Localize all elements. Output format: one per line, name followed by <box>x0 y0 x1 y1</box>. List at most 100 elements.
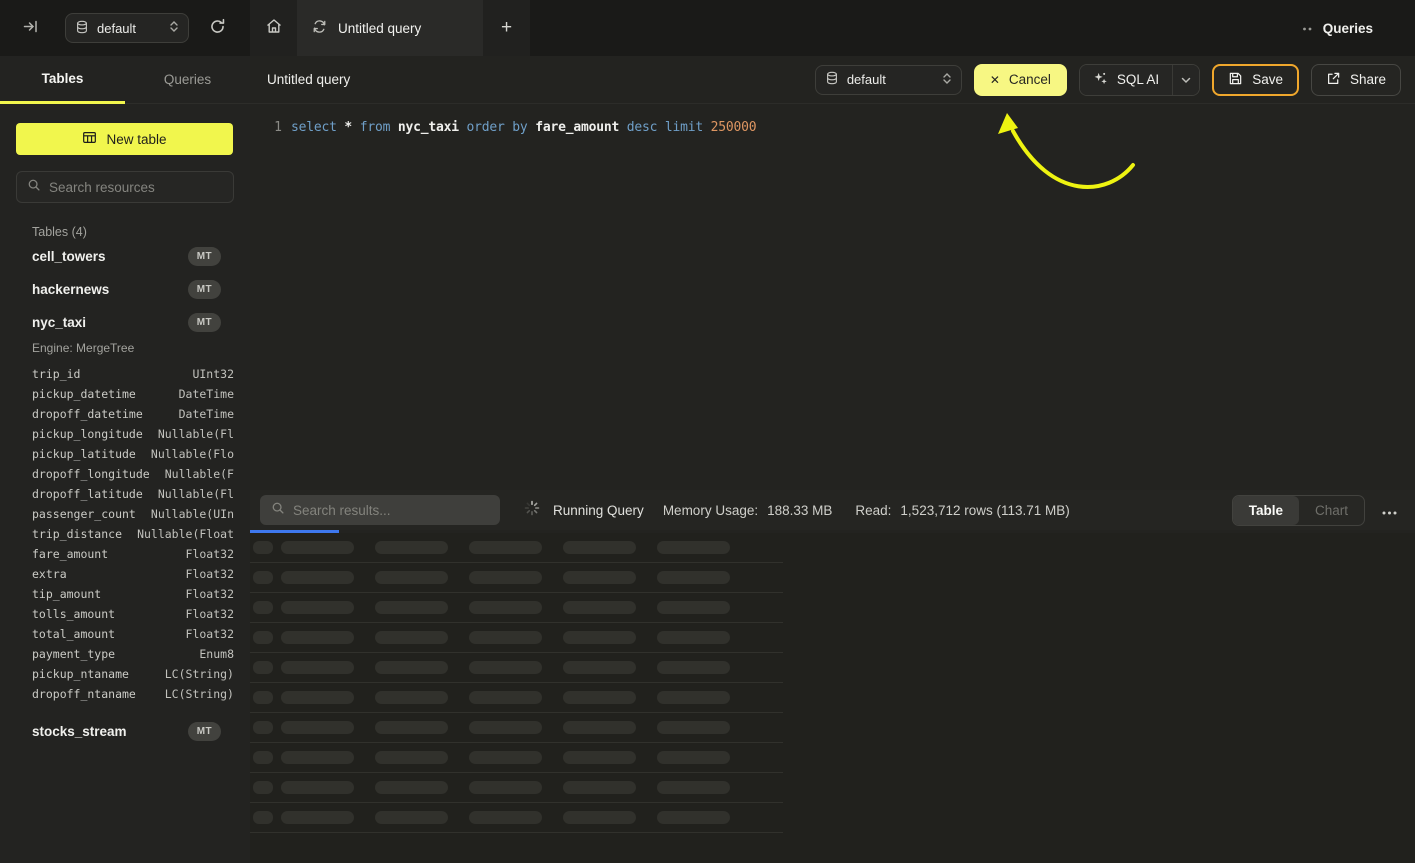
table-list-item[interactable]: stocks_stream MT <box>16 715 234 748</box>
view-toggle-label: Table <box>1249 503 1283 518</box>
sparkles-icon <box>1093 71 1108 89</box>
table-name: cell_towers <box>32 249 106 264</box>
column-row: pickup_latitudeNullable(Flo <box>16 444 234 464</box>
search-resources-input[interactable] <box>49 180 223 195</box>
skeleton-row <box>250 563 783 593</box>
column-type: LC(String) <box>165 664 234 684</box>
sql-ai-button[interactable]: SQL AI <box>1080 65 1172 95</box>
share-button[interactable]: Share <box>1311 64 1401 96</box>
skeleton-cell <box>253 781 273 794</box>
tab-home[interactable] <box>250 0 297 56</box>
column-row: extraFloat32 <box>16 564 234 584</box>
column-row: tolls_amountFloat32 <box>16 604 234 624</box>
column-row: dropoff_longitudeNullable(F <box>16 464 234 484</box>
search-results-input[interactable] <box>293 503 489 518</box>
engine-badge: MT <box>188 722 221 741</box>
search-icon <box>27 178 41 197</box>
sql-ai-dropdown-button[interactable] <box>1172 65 1199 95</box>
column-row: pickup_longitudeNullable(Fl <box>16 424 234 444</box>
skeleton-cell <box>469 691 542 704</box>
sql-token-keyword: from <box>360 120 391 135</box>
share-icon <box>1326 71 1341 89</box>
loading-spinner-icon <box>524 500 540 521</box>
read-label: Read: <box>855 503 891 518</box>
sidebar-tab-queries[interactable]: Queries <box>125 56 250 103</box>
table-list-item[interactable]: cell_towersMT <box>16 240 234 273</box>
skeleton-cell <box>563 631 636 644</box>
query-database-selector[interactable]: default <box>815 65 962 95</box>
view-toggle-chart[interactable]: Chart <box>1299 496 1364 525</box>
skeleton-cell <box>469 721 542 734</box>
skeleton-cell <box>375 781 448 794</box>
column-row: total_amountFloat32 <box>16 624 234 644</box>
skeleton-cell <box>281 781 354 794</box>
query-header: Untitled query default ✕ Cancel <box>250 56 1415 104</box>
tables-section-label: Tables (4) <box>16 225 234 239</box>
query-database-value: default <box>847 72 886 87</box>
skeleton-row <box>250 683 783 713</box>
chevron-down-icon <box>1181 71 1191 89</box>
new-table-button[interactable]: New table <box>16 123 233 155</box>
query-workspace: Untitled query default ✕ Cancel <box>250 56 1415 863</box>
skeleton-cell <box>469 811 542 824</box>
sql-token-identifier: nyc_taxi <box>398 120 459 135</box>
new-tab-button[interactable]: + <box>483 0 530 56</box>
tab-label: Untitled query <box>338 21 421 36</box>
column-type: Nullable(F <box>165 464 234 484</box>
sql-editor[interactable]: 1 select * from nyc_taxi order by fare_a… <box>250 104 1415 490</box>
column-name: tip_amount <box>32 584 101 604</box>
cancel-label: Cancel <box>1009 72 1051 87</box>
skeleton-cell <box>281 751 354 764</box>
clickhouse-sql-console: default Untitled query <box>0 0 1415 863</box>
skeleton-cell <box>657 721 730 734</box>
skeleton-cell <box>563 571 636 584</box>
table-list-item[interactable]: nyc_taxiMT <box>16 306 234 339</box>
column-type: Nullable(UIn <box>151 504 234 524</box>
sql-token-identifier: fare_amount <box>535 120 619 135</box>
skeleton-cell <box>281 691 354 704</box>
column-type: DateTime <box>179 384 234 404</box>
query-title: Untitled query <box>267 72 350 87</box>
new-table-label: New table <box>106 132 166 147</box>
skeleton-row <box>250 773 783 803</box>
line-number: 1 <box>250 120 282 135</box>
ellipsis-icon <box>1382 500 1397 519</box>
collapse-sidebar-button[interactable] <box>22 18 39 38</box>
column-row: dropoff_ntanameLC(String) <box>16 684 234 704</box>
skeleton-row <box>250 653 783 683</box>
column-name: pickup_latitude <box>32 444 136 464</box>
more-options-button[interactable] <box>1382 500 1397 520</box>
sidebar: Tables Queries New table Tables (4) cell… <box>0 56 250 863</box>
search-icon <box>271 501 285 520</box>
column-row: pickup_ntanameLC(String) <box>16 664 234 684</box>
column-name: passenger_count <box>32 504 136 524</box>
save-button[interactable]: Save <box>1212 64 1299 96</box>
sidebar-tabs: Tables Queries <box>0 56 250 104</box>
topbar-database-selector[interactable]: default <box>65 13 189 43</box>
cancel-query-button[interactable]: ✕ Cancel <box>974 64 1067 96</box>
column-row: payment_typeEnum8 <box>16 644 234 664</box>
sync-icon <box>312 19 327 37</box>
sidebar-tab-tables[interactable]: Tables <box>0 56 125 104</box>
tab-untitled-query[interactable]: Untitled query <box>297 0 483 56</box>
skeleton-cell <box>281 601 354 614</box>
column-type: UInt32 <box>192 364 234 384</box>
tab-strip: Untitled query + <box>250 0 530 56</box>
collapse-sidebar-icon <box>22 18 39 38</box>
refresh-databases-button[interactable] <box>209 18 226 38</box>
query-progress-fill <box>250 530 339 533</box>
column-type: Enum8 <box>199 644 234 664</box>
skeleton-cell <box>281 541 354 554</box>
share-label: Share <box>1350 72 1386 87</box>
home-icon <box>265 17 283 40</box>
skeleton-cell <box>657 601 730 614</box>
sql-token-keyword: by <box>512 120 527 135</box>
queries-button[interactable]: Queries <box>1302 0 1415 56</box>
topbar-database-value: default <box>97 21 136 36</box>
table-list-item[interactable]: hackernewsMT <box>16 273 234 306</box>
resources-panel: Tables (4) cell_towersMThackernewsMTnyc_… <box>0 225 250 748</box>
view-toggle-table[interactable]: Table <box>1233 496 1299 525</box>
column-name: trip_distance <box>32 524 122 544</box>
skeleton-cell <box>469 751 542 764</box>
table-name: stocks_stream <box>32 724 127 739</box>
